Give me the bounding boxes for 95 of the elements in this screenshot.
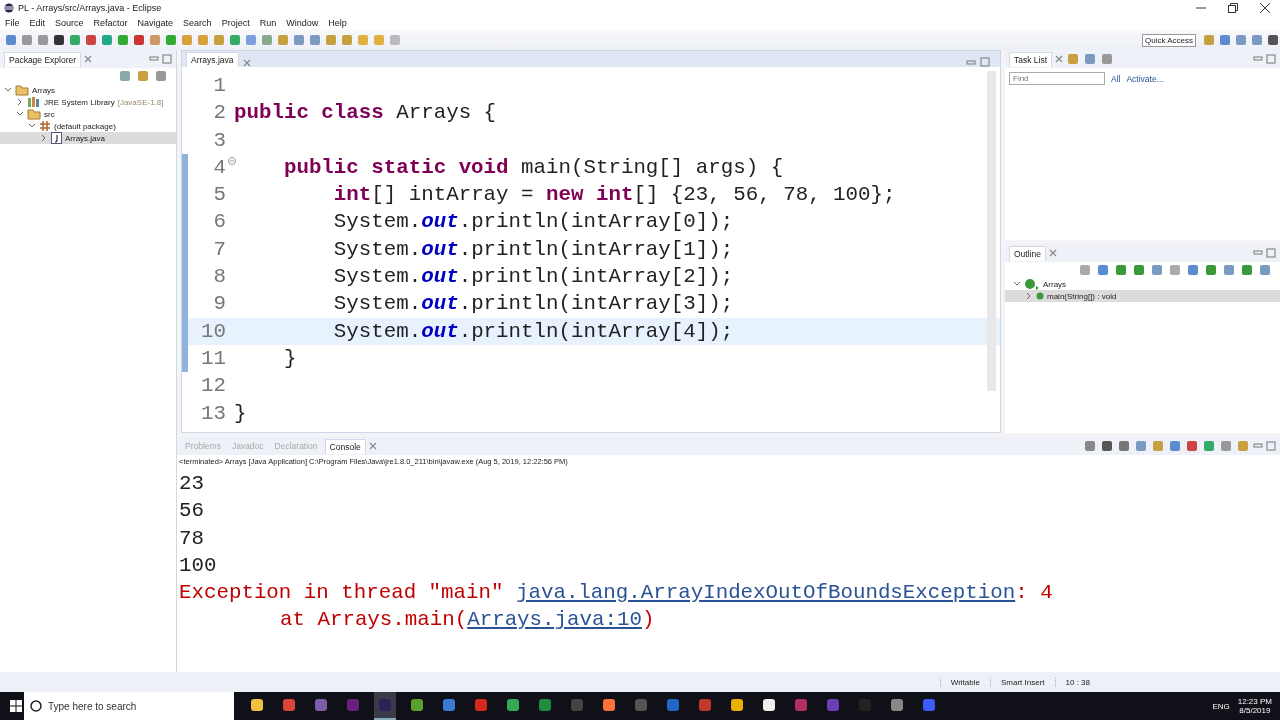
minimize-icon[interactable] [1253, 442, 1263, 450]
menu-item[interactable]: Search [178, 17, 217, 28]
chevron-down-icon[interactable] [1013, 280, 1021, 288]
link[interactable]: java.lang.ArrayIndexOutOfBoundsException [515, 581, 1016, 605]
windows-logo-icon[interactable] [10, 700, 22, 712]
link[interactable]: Activate... [1126, 73, 1164, 84]
line-number: 3 [213, 127, 226, 154]
status-item: Writable [939, 677, 990, 687]
chevron-down-icon[interactable] [4, 86, 12, 94]
package-icon [39, 120, 51, 132]
menu-item[interactable]: Refactor [88, 17, 133, 28]
tool-icon[interactable] [52, 33, 66, 47]
line-number: 1 [213, 73, 226, 99]
folder-icon [15, 84, 29, 96]
folder-icon [27, 108, 41, 120]
code-line: System.out.println(intArray[1]); [332, 236, 734, 263]
code-line: public class Arrays { [234, 100, 497, 127]
tree-item[interactable]: src [0, 108, 176, 120]
menu-item[interactable]: Edit [24, 17, 51, 28]
code-line: System.out.println(intArray[3]); [332, 291, 734, 318]
line-number: 2 [213, 100, 226, 127]
chevron-right-icon[interactable] [16, 98, 24, 106]
circle-icon [30, 700, 42, 712]
code-line: System.out.println(intArray[2]); [332, 264, 734, 291]
code-line: System.out.println(intArray[0]); [332, 209, 734, 236]
menu-item[interactable]: Navigate [132, 17, 179, 28]
taskbar-app[interactable] [374, 692, 396, 720]
close-icon[interactable] [1260, 2, 1270, 13]
console-line: Exception in thread "main" java.lang.ArrayIndexOutOfBoundsException: 4 [179, 580, 1054, 607]
chevron-right-icon[interactable] [1025, 292, 1033, 300]
line-number: 4 [213, 154, 226, 181]
language-indicator[interactable]: ENG [1212, 701, 1230, 711]
maximize-icon[interactable] [1266, 441, 1276, 451]
java-file-icon [51, 132, 62, 144]
minimize-icon[interactable] [1253, 249, 1263, 257]
line-number: 8 [213, 264, 226, 291]
link[interactable]: Arrays.java:10 [467, 608, 642, 632]
find-field[interactable]: Find [1009, 72, 1105, 85]
line-number: 5 [213, 182, 226, 209]
code-line: } [234, 400, 247, 427]
quick-access-field[interactable]: Quick Access [1142, 33, 1196, 47]
method-icon [1036, 292, 1044, 300]
line-number: 6 [213, 209, 226, 236]
editor-tab[interactable]: Arrays.java [186, 52, 239, 67]
console-line: 100 [179, 552, 218, 579]
code-line: } [282, 345, 297, 372]
tree-item[interactable]: Arrays.java [0, 132, 176, 144]
status-item: Smart Insert [989, 677, 1055, 687]
menu-item[interactable]: Run [254, 17, 282, 28]
menu-item[interactable]: Source [50, 17, 89, 28]
clock[interactable]: 12:23 PM 8/5/2019 [1237, 697, 1272, 715]
view-tab[interactable]: Outline [1009, 245, 1046, 261]
status-item: 10 : 38 [1054, 677, 1100, 687]
minimize-icon[interactable] [149, 55, 159, 63]
minimize-icon[interactable] [1253, 55, 1263, 63]
chevron-right-icon[interactable] [40, 134, 48, 142]
view-tab[interactable]: Console [324, 438, 366, 454]
books-icon [27, 96, 41, 108]
view-tab[interactable]: Package Explorer [4, 51, 82, 67]
minimize-icon[interactable] [966, 59, 976, 67]
link[interactable]: All [1111, 73, 1121, 84]
tree-item[interactable]: Arrays [0, 84, 176, 96]
tree-item[interactable]: Arrays [1005, 278, 1280, 290]
tool-icon[interactable] [1100, 439, 1114, 453]
line-number: 13 [201, 400, 226, 427]
console-line: 78 [179, 525, 205, 552]
line-number: 12 [201, 373, 226, 400]
menu-item[interactable]: Help [323, 17, 352, 28]
menu-item[interactable]: File [0, 17, 25, 28]
tree-item[interactable]: (default package) [0, 120, 176, 132]
restore-icon[interactable] [1228, 2, 1238, 13]
line-number: 9 [213, 291, 226, 318]
line-number: 10 [201, 318, 226, 345]
code-line: int[] intArray = new int[] {23, 56, 78, 100}; [332, 182, 896, 209]
tree-item[interactable]: main(String[]) : void [1005, 290, 1280, 302]
code-line: public static void main(String[] args) { [282, 154, 784, 181]
console-line: 23 [179, 471, 205, 497]
line-number: 7 [213, 236, 226, 263]
fold-icon[interactable] [228, 156, 236, 165]
tree-item[interactable]: JRE System Library [JavaSE-1.8] [0, 96, 176, 108]
console-line: 56 [179, 498, 205, 525]
menu-item[interactable]: Window [281, 17, 324, 28]
tool-icon[interactable] [1266, 33, 1280, 47]
view-tab[interactable]: Task List [1009, 51, 1053, 67]
search-field[interactable]: Type here to search [24, 692, 234, 720]
line-number: 11 [201, 345, 226, 372]
maximize-icon[interactable] [1266, 54, 1276, 64]
menu-item[interactable]: Project [216, 17, 255, 28]
maximize-icon[interactable] [162, 54, 172, 64]
maximize-icon[interactable] [980, 57, 990, 67]
code-line: System.out.println(intArray[4]); [332, 318, 734, 345]
window-title: PL - Arrays/src/Arrays.java - Eclipse [18, 2, 163, 13]
class-icon [1024, 278, 1040, 290]
maximize-icon[interactable] [1266, 248, 1276, 258]
console-line: at Arrays.main(Arrays.java:10) [279, 607, 656, 634]
